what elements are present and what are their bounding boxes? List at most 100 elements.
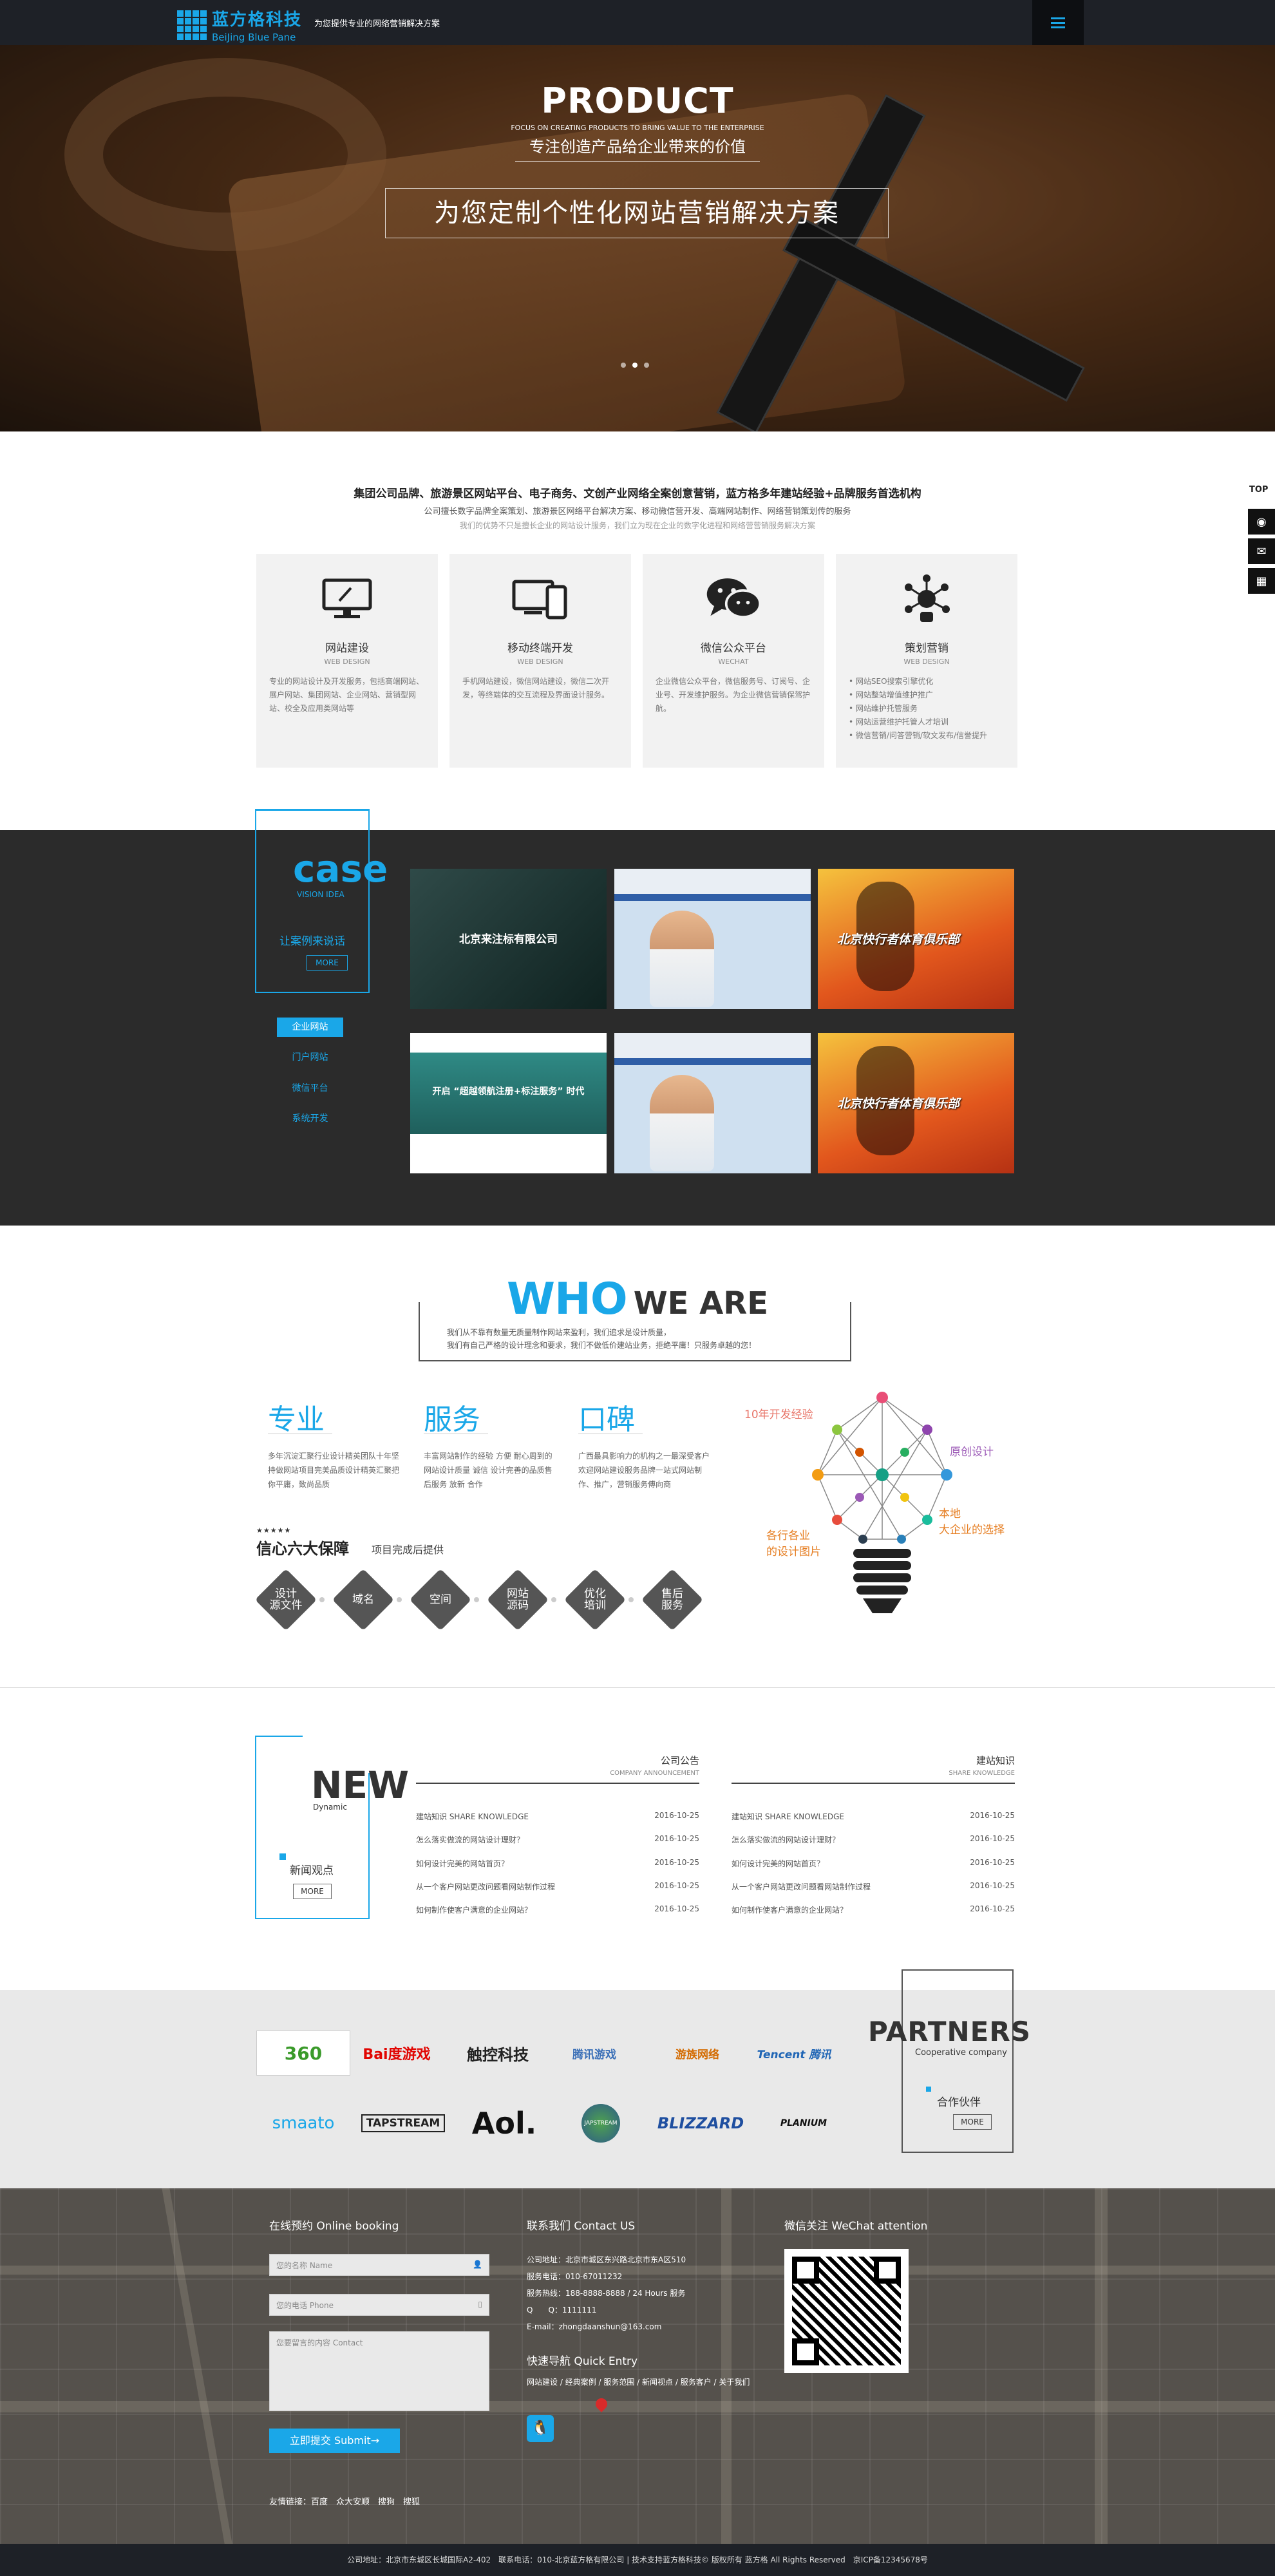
case-thumbnail[interactable]: 北京快行者体育俱乐部 — [818, 1033, 1014, 1173]
logo-name-cn: 蓝方格科技 — [212, 10, 303, 30]
partner-logo-360[interactable]: 360 — [256, 2031, 350, 2076]
partner-logo-baidu-game[interactable]: Bai度游戏 — [350, 2031, 444, 2076]
feature-title: 口碑 — [578, 1403, 635, 1436]
news-item[interactable]: 怎么落实做流的网站设计理财？ 2016-10-25 — [732, 1834, 1015, 1845]
who-text: 我们从不靠有数量无质量制作网站来盈利，我们追求是设计质量， — [447, 1328, 672, 1337]
service-desc: • 网站SEO搜索引擎优化 • 网站整站增值维护推广 • 网站维护托管服务 • … — [849, 677, 988, 740]
slider-dot-active[interactable] — [632, 363, 638, 368]
case-thumbnail[interactable] — [614, 1033, 811, 1173]
partner-logo-blizzard[interactable]: BLIZZARD — [654, 2101, 748, 2146]
news-item[interactable]: 如何设计完美的网站首页？ 2016-10-25 — [732, 1858, 1015, 1869]
service-desc: 企业微信公众平台，微信服务号、订阅号、企业号、开发维护服务。为企业微信营销保驾护… — [656, 677, 811, 713]
slider-dot[interactable] — [644, 363, 649, 368]
guarantee-heading: 信心六大保障 — [256, 1540, 349, 1558]
qq-icon[interactable]: 🐧 — [527, 2415, 554, 2442]
news-item[interactable]: 如何设计完美的网站首页？ 2016-10-25 — [416, 1858, 699, 1869]
copyright-bar: 公司地址：北京市东城区长城国际A2-402 联系电话：010-北京蓝方格有限公司… — [0, 2544, 1275, 2576]
partner-logo-smaato[interactable]: smaato — [256, 2101, 350, 2146]
service-subtitle: WEB DESIGN — [517, 658, 563, 666]
intro-heading: 集团公司品牌、旅游景区网站平台、电子商务、文创产业网络全案创意营销，蓝方格多年建… — [354, 488, 921, 500]
case-tab-wechat[interactable]: 微信平台 — [277, 1079, 343, 1098]
partners-link[interactable]: 合作伙伴 — [937, 2093, 981, 2109]
partner-logo-aol[interactable]: Aol. — [457, 2101, 551, 2146]
service-card-mobile[interactable]: 移动终端开发 WEB DESIGN 手机网站建设，微信网站建设，微信二次开发，等… — [449, 554, 631, 768]
partner-logo-tencent-game[interactable]: 腾讯游戏 — [547, 2031, 641, 2076]
rating-stars: ★★★★★ — [256, 1526, 292, 1535]
news-item[interactable]: 建站知识 SHARE KNOWLEDGE 2016-10-25 — [416, 1811, 699, 1822]
feature-desc: 多年沉淀汇聚行业设计精英团队十年坚持做网站项目完美品质设计精英汇聚把你平庸，致尚… — [268, 1452, 400, 1489]
service-card-wechat[interactable]: 微信公众平台 WECHAT 企业微信公众平台，微信服务号、订阅号、企业号、开发维… — [643, 554, 824, 768]
booking-heading: 在线预约 Online booking — [269, 2220, 399, 2233]
quick-entry-links[interactable]: 网站建设 / 经典案例 / 服务范围 / 新闻视点 / 服务客户 / 关于我们 — [527, 2376, 750, 2387]
service-desc: 专业的网站设计及开发服务，包括高端网站、展户网站、集团网站、企业网站、营销型网站… — [269, 677, 424, 713]
service-title: 微信公众平台 — [701, 642, 766, 655]
news-link[interactable]: 新闻观点 — [290, 1861, 334, 1877]
menu-button[interactable] — [1032, 0, 1084, 45]
bulb-label-experience: 10年开发经验 — [744, 1408, 813, 1421]
news-item[interactable]: 如何制作使客户满意的企业网站？ 2016-10-25 — [732, 1904, 1015, 1915]
mobile-icon — [511, 573, 569, 625]
logo-name-en: BeiJing Blue Pane — [212, 32, 296, 43]
submit-button[interactable]: 立即提交 Submit→ — [269, 2429, 400, 2453]
bulb-label-original: 原创设计 — [950, 1446, 994, 1459]
guarantee-subheading: 项目完成后提供 — [372, 1544, 444, 1556]
user-icon: 👤 — [473, 2260, 482, 2269]
site-logo[interactable]: 蓝方格科技 BeiJing Blue Pane — [177, 6, 302, 43]
service-title: 策划营销 — [905, 642, 949, 655]
case-thumbnail[interactable]: 开启 “超越领航注册+标注服务” 时代 — [410, 1033, 607, 1173]
news-heading: NEW — [311, 1763, 410, 1807]
news-item[interactable]: 怎么落实做流的网站设计理财？ 2016-10-25 — [416, 1834, 699, 1845]
news-item[interactable]: 如何制作使客户满意的企业网站？ 2016-10-25 — [416, 1904, 699, 1915]
news-column-subtitle: SHARE KNOWLEDGE — [949, 1770, 1015, 1777]
partner-logo-tapstream[interactable]: TAPSTREAM — [356, 2101, 450, 2146]
who-heading: WHO WE ARE — [0, 1274, 1275, 1325]
service-card-marketing[interactable]: 策划营销 WEB DESIGN • 网站SEO搜索引擎优化 • 网站整站增值维护… — [836, 554, 1017, 768]
name-field[interactable]: 您的名称 Name 👤 — [269, 2254, 489, 2276]
service-subtitle: WECHAT — [718, 658, 749, 666]
news-item[interactable]: 从一个客户网站更改问题看网站制作过程 2016-10-25 — [732, 1881, 1015, 1892]
logo-grid-icon — [177, 10, 207, 40]
partners-section — [0, 1990, 1275, 2188]
partners-more-button[interactable]: MORE — [953, 2114, 992, 2130]
case-more-button[interactable]: MORE — [307, 955, 348, 971]
who-text-2: 我们有自己严格的设计理念和要求，我们不做低价建站业务，拒绝平庸！只服务卓越的您！ — [447, 1341, 757, 1350]
banner-headline: 为您定制个性化网站营销解决方案 — [385, 188, 889, 238]
case-thumbnail[interactable] — [614, 869, 811, 1009]
contact-heading: 联系我们 Contact US — [527, 2220, 636, 2233]
monitor-icon — [318, 573, 376, 625]
partner-logo-japstream[interactable]: JAPSTREAM — [554, 2101, 648, 2146]
bulb-label-local: 本地 大企业的选择 — [939, 1508, 1005, 1537]
qrcode-icon[interactable]: ▦ — [1248, 568, 1275, 594]
partner-logo-planium[interactable]: PLANIUM — [757, 2101, 851, 2146]
feature-desc: 丰富网站制作的经验 方便 耐心周到的网站设计质量 诚信 设计完善的品质售后服务 … — [424, 1452, 552, 1489]
banner-subtitle-cn: 专注创造产品给企业带来的价值 — [529, 138, 746, 156]
contact-address: 公司地址：北京市城区东兴路北京市东A区510 — [527, 2255, 686, 2264]
hamburger-icon — [1051, 21, 1065, 24]
case-thumbnail[interactable]: 北京快行者体育俱乐部 — [818, 869, 1014, 1009]
news-more-button[interactable]: MORE — [293, 1884, 332, 1899]
slider-dot[interactable] — [621, 363, 626, 368]
news-item[interactable]: 建站知识 SHARE KNOWLEDGE 2016-10-25 — [732, 1811, 1015, 1822]
news-item[interactable]: 从一个客户网站更改问题看网站制作过程 2016-10-25 — [416, 1881, 699, 1892]
wechat-icon — [704, 573, 762, 625]
news-column-title: 建站知识 — [976, 1755, 1015, 1766]
case-caption: 开启 “超越领航注册+标注服务” 时代 — [432, 1086, 585, 1097]
partner-logo-youzu[interactable]: 游族网络 — [650, 2031, 744, 2076]
case-tab-enterprise[interactable]: 企业网站 — [277, 1018, 343, 1037]
who-heading-2: WE ARE — [633, 1285, 769, 1321]
wechat-heading: 微信关注 WeChat attention — [784, 2220, 928, 2233]
chat-icon[interactable]: ✉ — [1248, 538, 1275, 564]
partner-logo-tencent[interactable]: Tencent 腾讯 — [747, 2031, 841, 2076]
case-tab-system[interactable]: 系统开发 — [277, 1109, 343, 1128]
case-tab-portal[interactable]: 门户网站 — [277, 1048, 343, 1067]
case-thumbnail[interactable]: 北京来注标有限公司 — [410, 869, 607, 1009]
partner-logo-chukong[interactable]: 触控科技 — [451, 2031, 545, 2076]
service-card-web[interactable]: 网站建设 WEB DESIGN 专业的网站设计及开发服务，包括高端网站、展户网站… — [256, 554, 438, 768]
phone-field[interactable]: 您的电话 Phone ▯ — [269, 2294, 489, 2316]
banner-divider — [515, 161, 760, 162]
intro-text-2: 我们的优势不只是擅长企业的网站设计服务，我们立为现在企业的数字化进程和网络营营销… — [459, 521, 815, 530]
message-field[interactable]: 您要留言的内容 Contact — [269, 2331, 489, 2411]
case-link[interactable]: 让案例来说话 — [279, 932, 345, 948]
friend-links[interactable]: 友情链接：百度 众大安顺 搜狗 搜狐 — [269, 2495, 420, 2507]
guarantee-item: 空间 — [409, 1568, 472, 1631]
